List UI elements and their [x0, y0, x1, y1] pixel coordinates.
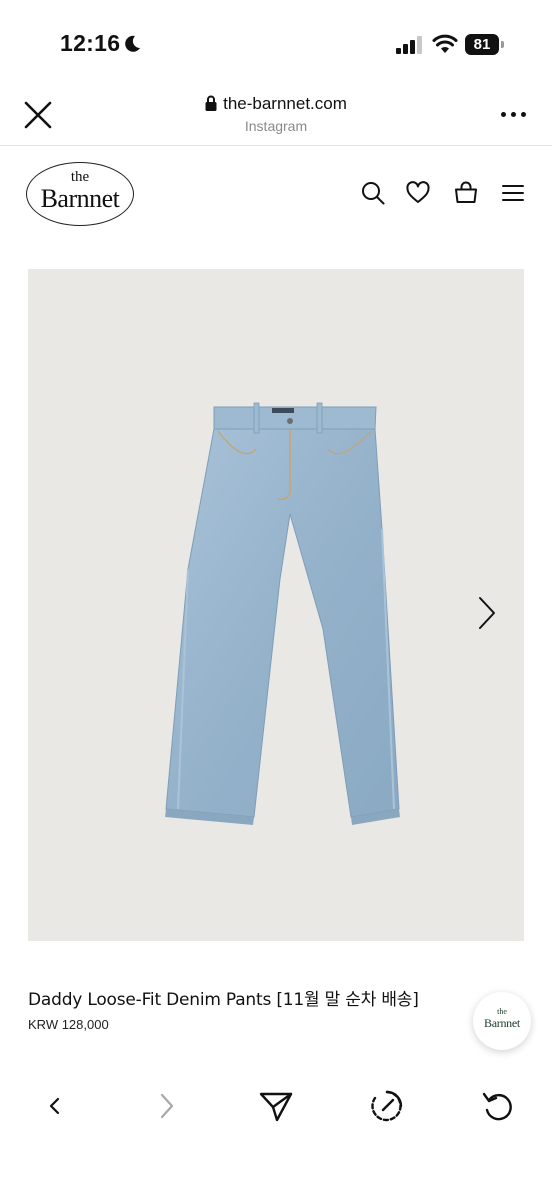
- browser-header: the-barnnet.com Instagram: [0, 80, 552, 146]
- reload-icon[interactable]: [480, 1088, 516, 1124]
- speed-icon[interactable]: [369, 1088, 405, 1124]
- url-source: Instagram: [244, 118, 308, 134]
- product-image[interactable]: [28, 269, 524, 941]
- battery-level: 81: [465, 34, 499, 55]
- jeans-image: [165, 402, 400, 825]
- back-icon[interactable]: [36, 1088, 72, 1124]
- product-price: KRW 128,000: [28, 1017, 109, 1032]
- site-header: the Barnnet: [0, 146, 552, 256]
- chat-logo-big: Barnnet: [484, 1016, 520, 1030]
- browser-toolbar: [0, 1066, 552, 1200]
- menu-icon[interactable]: [500, 180, 526, 206]
- status-time: 12:16: [60, 30, 121, 56]
- battery-nub: [501, 41, 504, 48]
- chat-logo-small: the: [497, 1007, 507, 1016]
- chat-logo: the Barnnet: [482, 1008, 522, 1034]
- site-logo[interactable]: the Barnnet: [26, 162, 134, 226]
- moon-icon: [125, 35, 140, 52]
- chat-widget-button[interactable]: the Barnnet: [473, 992, 531, 1050]
- bag-icon[interactable]: [453, 180, 479, 206]
- share-icon[interactable]: [258, 1088, 294, 1124]
- search-icon[interactable]: [360, 180, 386, 206]
- heart-icon[interactable]: [405, 180, 431, 206]
- url-text: the-barnnet.com: [223, 94, 347, 113]
- more-icon[interactable]: [500, 112, 528, 120]
- lock-icon: [205, 95, 217, 111]
- status-bar: 12:16 81: [0, 0, 552, 80]
- chevron-right-icon[interactable]: [474, 594, 500, 632]
- url-bar[interactable]: the-barnnet.com: [0, 94, 552, 114]
- logo-big-text: Barnnet: [40, 184, 120, 213]
- logo-small-text: the: [70, 169, 90, 185]
- forward-icon[interactable]: [148, 1088, 184, 1124]
- signal-icon: [396, 36, 422, 54]
- battery-icon: 81: [465, 34, 505, 55]
- wifi-icon: [432, 34, 458, 53]
- product-title: Daddy Loose-Fit Denim Pants [11월 말 순차 배송…: [28, 990, 419, 1010]
